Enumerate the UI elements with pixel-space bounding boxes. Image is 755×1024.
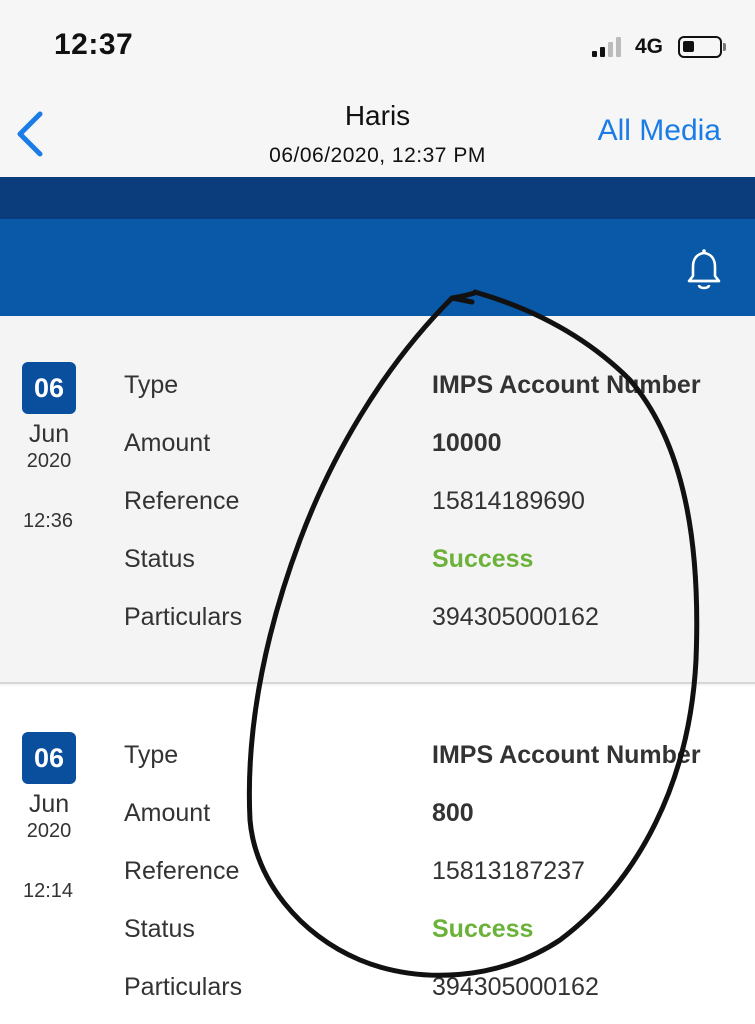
date-year: 2020 — [26, 820, 72, 842]
transaction-card[interactable]: 06 Jun 2020 12:14 Type IMPS Account Numb… — [0, 686, 755, 1024]
status-value: Success — [432, 915, 534, 943]
status-bar: 12:37 4G — [0, 0, 755, 90]
date-day-badge: 06 — [22, 732, 76, 784]
reference-label: Reference — [124, 487, 240, 515]
battery-cap — [723, 43, 726, 51]
particulars-label: Particulars — [124, 603, 243, 631]
particulars-value: 394305000162 — [432, 603, 599, 631]
network-type: 4G — [635, 35, 664, 58]
type-label: Type — [124, 741, 179, 769]
date-month: Jun — [28, 420, 70, 448]
bell-icon[interactable] — [684, 247, 724, 291]
reference-label: Reference — [124, 857, 240, 885]
nav-bar: Haris 06/06/2020, 12:37 PM All Media — [0, 90, 755, 177]
reference-value: 15813187237 — [432, 857, 585, 885]
transaction-time: 12:14 — [22, 880, 74, 902]
app-header-top — [0, 177, 755, 219]
app-header — [0, 219, 755, 316]
type-value: IMPS Account Number — [432, 371, 701, 399]
type-value: IMPS Account Number — [432, 741, 701, 769]
date-day-badge: 06 — [22, 362, 76, 414]
signal-icon — [592, 37, 626, 57]
date-month: Jun — [28, 790, 70, 818]
reference-value: 15814189690 — [432, 487, 585, 515]
particulars-label: Particulars — [124, 973, 243, 1001]
transaction-card[interactable]: 06 Jun 2020 12:36 Type IMPS Account Numb… — [0, 316, 755, 684]
particulars-value: 394305000162 — [432, 973, 599, 1001]
amount-value: 10000 — [432, 429, 502, 457]
amount-label: Amount — [124, 799, 211, 827]
amount-label: Amount — [124, 429, 211, 457]
battery-icon — [678, 36, 722, 58]
date-year: 2020 — [26, 450, 72, 472]
transaction-time: 12:36 — [22, 510, 74, 532]
type-label: Type — [124, 371, 179, 399]
status-label: Status — [124, 545, 195, 573]
status-value: Success — [432, 545, 534, 573]
status-label: Status — [124, 915, 195, 943]
amount-value: 800 — [432, 799, 474, 827]
all-media-button[interactable]: All Media — [598, 114, 721, 148]
status-time: 12:37 — [54, 28, 134, 61]
